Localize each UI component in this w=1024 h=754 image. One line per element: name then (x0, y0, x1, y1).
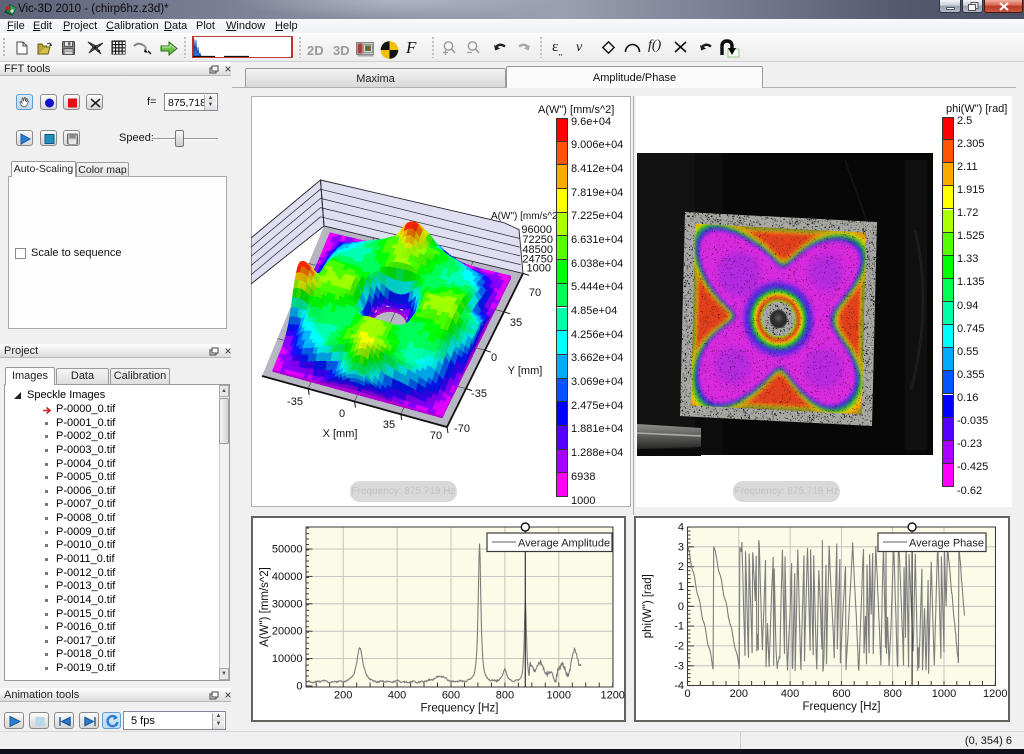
svg-text:1200: 1200 (983, 688, 1007, 700)
svg-text:Frequency [Hz]: Frequency [Hz] (803, 701, 881, 713)
svg-text:70: 70 (529, 287, 541, 299)
svg-text:1000: 1000 (932, 688, 956, 700)
svg-text:70: 70 (430, 430, 442, 442)
svg-text:X [mm]: X [mm] (323, 428, 358, 440)
svg-text:-35: -35 (287, 396, 303, 408)
svg-text:0: 0 (296, 681, 302, 693)
svg-text:800: 800 (496, 690, 514, 702)
svg-text:600: 600 (442, 690, 460, 702)
svg-text:0: 0 (678, 601, 684, 613)
svg-text:2: 2 (678, 561, 684, 573)
svg-text:20000: 20000 (272, 626, 303, 638)
svg-text:1000: 1000 (527, 263, 551, 275)
svg-text:1: 1 (678, 581, 684, 593)
svg-text:200: 200 (730, 688, 748, 700)
svg-text:600: 600 (832, 688, 850, 700)
svg-text:Average Phase: Average Phase (909, 538, 984, 550)
svg-text:-2: -2 (674, 640, 684, 652)
svg-text:35: 35 (383, 419, 395, 431)
svg-text:1000: 1000 (547, 690, 571, 702)
svg-text:3: 3 (678, 541, 684, 553)
svg-text:40000: 40000 (272, 571, 303, 583)
svg-text:Average Amplitude: Average Amplitude (518, 538, 610, 550)
svg-text:800: 800 (884, 688, 902, 700)
svg-text:Frequency [Hz]: Frequency [Hz] (421, 703, 499, 715)
svg-text:10000: 10000 (272, 653, 303, 665)
svg-text:-70: -70 (454, 423, 470, 435)
svg-text:200: 200 (334, 690, 352, 702)
svg-text:0: 0 (339, 408, 345, 420)
svg-text:A(W") [mm/s^2]: A(W") [mm/s^2] (259, 567, 271, 647)
svg-text:0: 0 (684, 688, 690, 700)
svg-text:Y [mm]: Y [mm] (508, 365, 543, 377)
svg-text:1200: 1200 (600, 690, 624, 702)
svg-text:phi(W") [rad]: phi(W") [rad] (642, 574, 654, 638)
svg-text:A(W") [mm/s^2: A(W") [mm/s^2 (491, 211, 558, 222)
svg-text:35: 35 (510, 317, 522, 329)
svg-text:-4: -4 (674, 680, 684, 692)
svg-text:0: 0 (491, 352, 497, 364)
svg-text:-3: -3 (674, 660, 684, 672)
svg-text:-35: -35 (471, 388, 487, 400)
svg-text:400: 400 (781, 688, 799, 700)
svg-text:4: 4 (678, 522, 684, 534)
svg-text:-1: -1 (674, 621, 684, 633)
svg-text:400: 400 (388, 690, 406, 702)
svg-text:50000: 50000 (272, 544, 303, 556)
svg-text:30000: 30000 (272, 598, 303, 610)
